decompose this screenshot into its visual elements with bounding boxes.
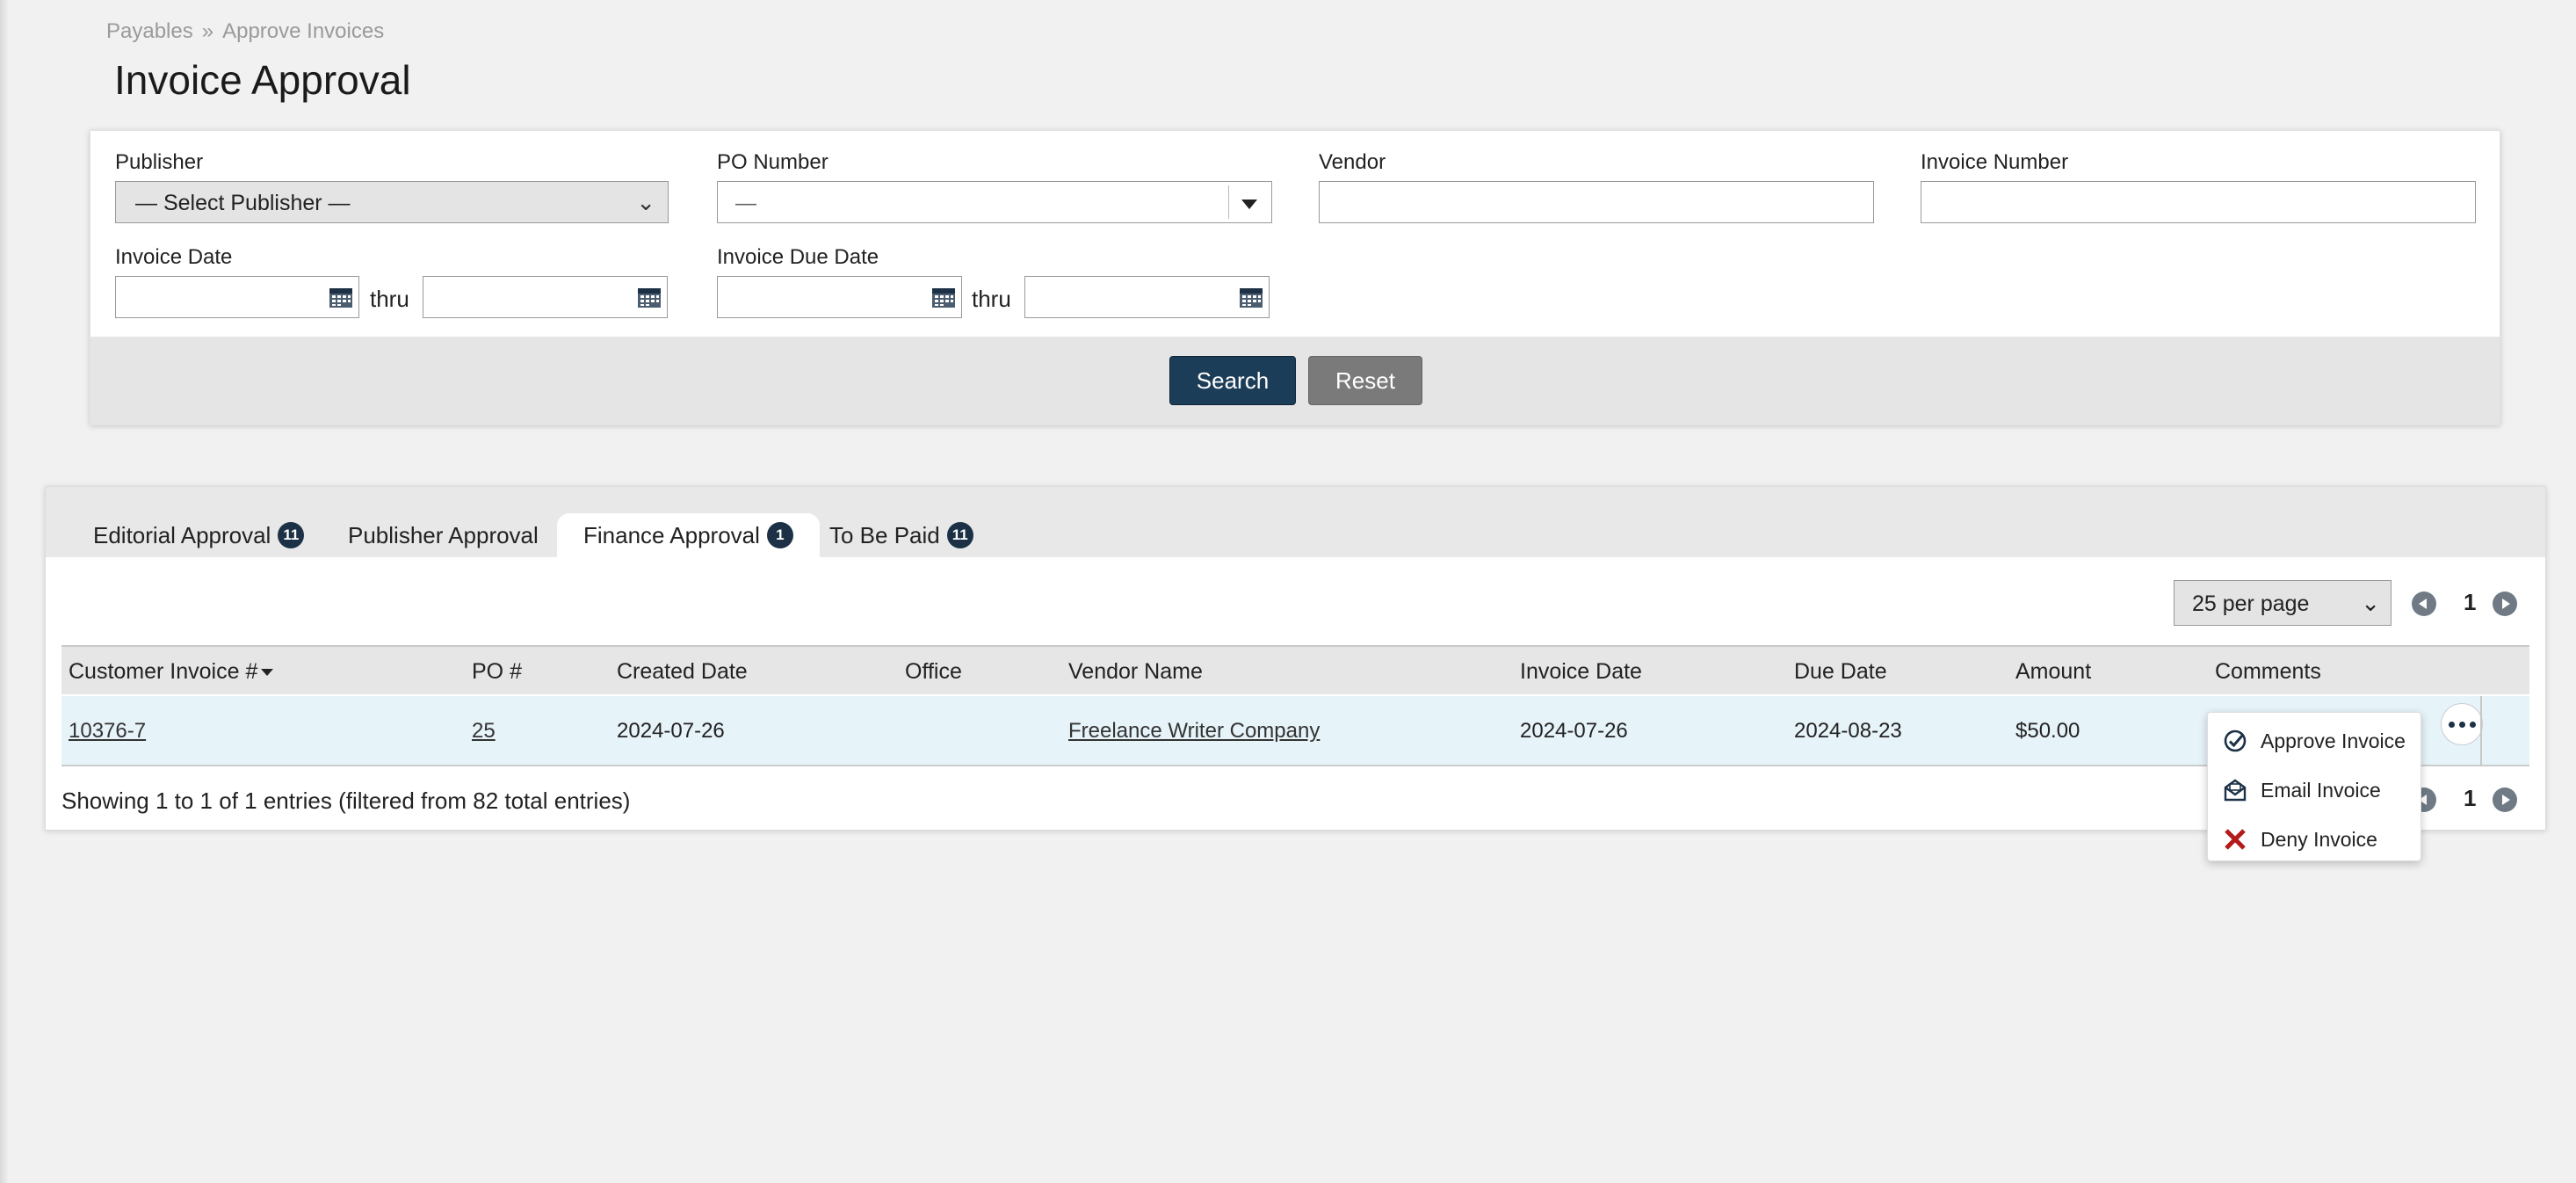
table-header: Customer Invoice # PO # Created Date Off…: [62, 645, 2529, 694]
invoice-due-date-to-input[interactable]: [1024, 276, 1270, 318]
column-customer-invoice[interactable]: Customer Invoice #: [69, 659, 274, 685]
vendor-input[interactable]: [1319, 181, 1874, 223]
email-invoice-menu-item[interactable]: Email Invoice: [2222, 773, 2381, 808]
calendar-icon[interactable]: [329, 286, 353, 308]
calendar-icon[interactable]: [1239, 286, 1263, 308]
calendar-icon[interactable]: [931, 286, 956, 308]
dropdown-caret-icon[interactable]: [1241, 200, 1257, 209]
publisher-select[interactable]: — Select Publisher — ⌄: [115, 181, 669, 223]
results-panel: Editorial Approval 11 Publisher Approval …: [45, 486, 2546, 831]
tab-bar: Editorial Approval 11 Publisher Approval …: [46, 487, 2545, 557]
x-icon: [2222, 826, 2248, 853]
check-circle-icon: [2222, 728, 2248, 754]
invoice-date-thru-label: thru: [370, 286, 409, 312]
page-left-edge: [0, 0, 9, 1183]
sort-desc-icon: [261, 669, 274, 677]
po-cell: 25: [472, 719, 496, 744]
column-comments[interactable]: Comments: [2215, 659, 2321, 685]
tab-label: Finance Approval: [583, 521, 760, 548]
count-badge: 1: [766, 522, 793, 548]
envelope-open-icon: [2222, 777, 2248, 803]
tab-label: Editorial Approval: [93, 521, 271, 548]
menu-item-label: Deny Invoice: [2261, 827, 2377, 851]
row-actions-menu: Approve Invoice Email Invoice Deny Invoi…: [2207, 712, 2421, 861]
menu-item-label: Email Invoice: [2261, 778, 2381, 802]
per-page-value: 25 per page: [2192, 592, 2310, 616]
next-page-icon[interactable]: [2493, 592, 2517, 616]
due-date-cell: 2024-08-23: [1794, 719, 1902, 743]
breadcrumb-current: Approve Invoices: [222, 19, 385, 43]
invoice-date-from-input[interactable]: [115, 276, 359, 318]
amount-cell: $50.00: [2015, 719, 2080, 743]
column-label: Customer Invoice #: [69, 659, 258, 684]
invoice-date-label: Invoice Date: [115, 245, 233, 269]
po-number-label: PO Number: [717, 150, 829, 174]
invoice-due-date-from-input[interactable]: [717, 276, 962, 318]
chevron-down-icon: ⌄: [2361, 590, 2380, 616]
filter-panel: Publisher — Select Publisher — ⌄ PO Numb…: [90, 130, 2500, 425]
column-due-date[interactable]: Due Date: [1794, 659, 1887, 685]
column-created-date[interactable]: Created Date: [617, 659, 748, 685]
tab-finance-approval[interactable]: Finance Approval 1: [557, 513, 820, 557]
chevron-down-icon: ⌄: [636, 189, 655, 215]
column-vendor-name[interactable]: Vendor Name: [1068, 659, 1203, 685]
count-badge: 11: [278, 522, 305, 548]
publisher-label: Publisher: [115, 150, 204, 174]
tab-to-be-paid[interactable]: To Be Paid 11: [829, 513, 973, 557]
per-page-select[interactable]: 25 per page ⌄: [2174, 580, 2391, 626]
customer-invoice-cell: 10376-7: [69, 719, 146, 744]
column-invoice-date[interactable]: Invoice Date: [1520, 659, 1642, 685]
publisher-select-value: — Select Publisher —: [135, 191, 351, 215]
prev-page-icon[interactable]: [2412, 592, 2436, 616]
invoice-date-to-input[interactable]: [423, 276, 668, 318]
tab-label: Publisher Approval: [348, 521, 539, 548]
column-amount[interactable]: Amount: [2015, 659, 2091, 685]
customer-invoice-link[interactable]: 10376-7: [69, 719, 146, 743]
created-date-cell: 2024-07-26: [617, 719, 725, 743]
po-number-combobox[interactable]: —: [717, 181, 1272, 223]
invoice-number-label: Invoice Number: [1921, 150, 2069, 174]
table-row: 10376-7 25 2024-07-26 Freelance Writer C…: [62, 696, 2529, 766]
tab-editorial-approval[interactable]: Editorial Approval 11: [93, 513, 305, 557]
next-page-icon[interactable]: [2493, 787, 2517, 812]
invoice-due-date-label: Invoice Due Date: [717, 245, 879, 269]
deny-invoice-menu-item[interactable]: Deny Invoice: [2222, 822, 2377, 857]
breadcrumb-separator: »: [201, 19, 214, 43]
search-button[interactable]: Search: [1169, 356, 1296, 405]
po-number-value: —: [735, 192, 756, 215]
page-number: 1: [2464, 589, 2477, 615]
count-badge: 11: [946, 522, 973, 548]
vendor-label: Vendor: [1319, 150, 1386, 174]
menu-item-label: Approve Invoice: [2261, 729, 2406, 752]
page-number: 1: [2464, 785, 2477, 811]
tab-publisher-approval[interactable]: Publisher Approval: [348, 513, 539, 557]
breadcrumb: Payables » Approve Invoices: [106, 19, 384, 44]
invoice-date-cell: 2024-07-26: [1520, 719, 1628, 743]
more-icon-dot: [2469, 721, 2476, 728]
column-po[interactable]: PO #: [472, 659, 522, 685]
more-icon-dot: [2458, 721, 2465, 728]
entries-summary: Showing 1 to 1 of 1 entries (filtered fr…: [62, 787, 631, 814]
breadcrumb-parent[interactable]: Payables: [106, 19, 193, 43]
page-title: Invoice Approval: [114, 57, 411, 103]
approve-invoice-menu-item[interactable]: Approve Invoice: [2222, 723, 2406, 758]
column-divider: [2480, 696, 2482, 766]
row-actions-button[interactable]: [2441, 703, 2483, 745]
column-office[interactable]: Office: [905, 659, 962, 685]
invoice-due-date-thru-label: thru: [972, 286, 1011, 312]
tab-label: To Be Paid: [829, 521, 940, 548]
combo-divider: [1228, 185, 1229, 219]
vendor-name-link[interactable]: Freelance Writer Company: [1068, 719, 1320, 743]
invoice-number-input[interactable]: [1921, 181, 2476, 223]
reset-button[interactable]: Reset: [1308, 356, 1422, 405]
more-icon: [2448, 721, 2455, 728]
calendar-icon[interactable]: [637, 286, 662, 308]
filter-actions-bar: Search Reset: [90, 337, 2500, 425]
po-link[interactable]: 25: [472, 719, 496, 743]
vendor-name-cell: Freelance Writer Company: [1068, 719, 1320, 744]
